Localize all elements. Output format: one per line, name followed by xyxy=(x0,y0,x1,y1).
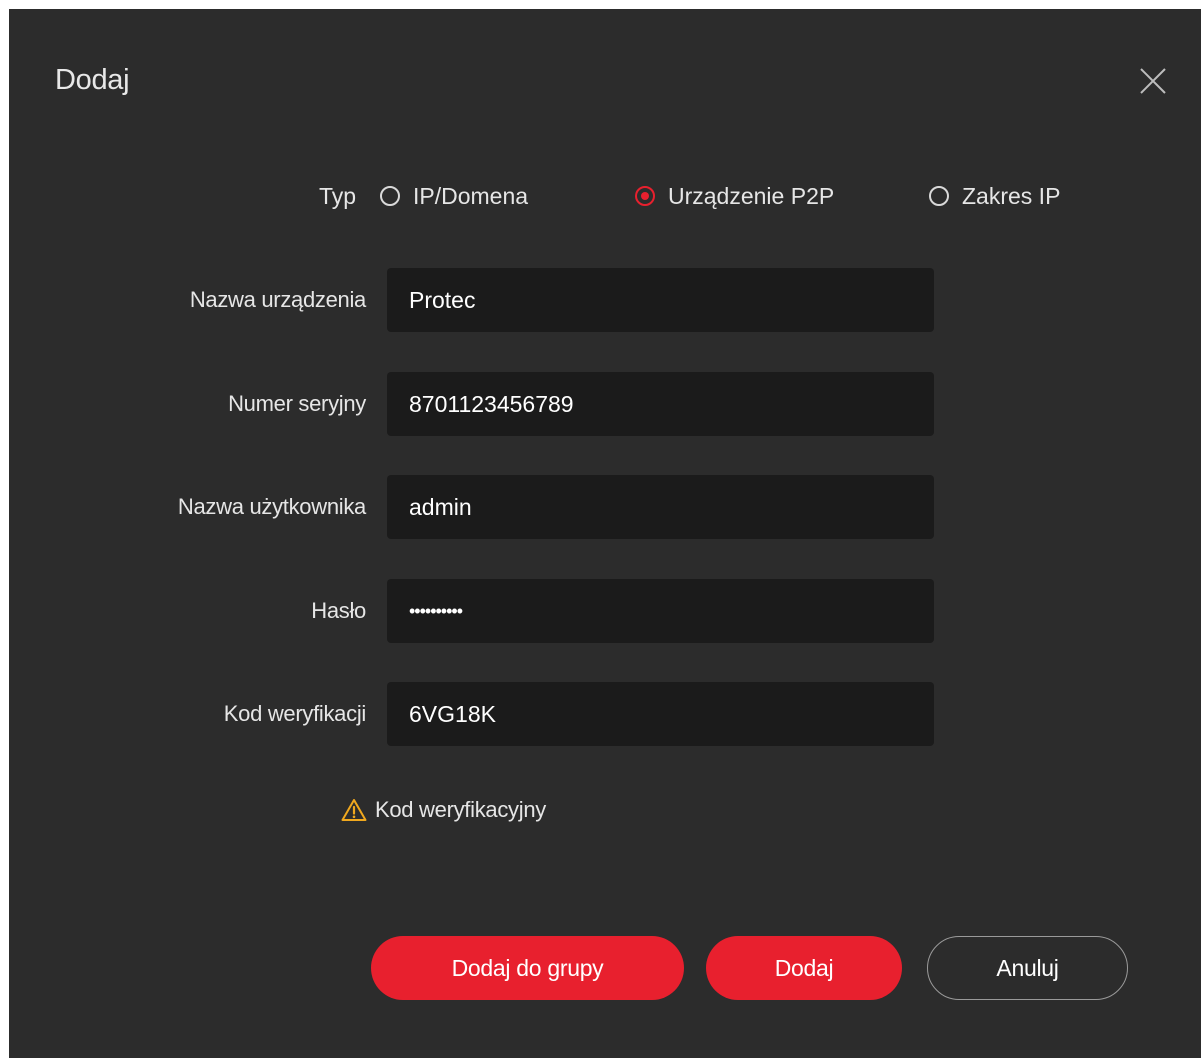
type-selector: Typ IP/Domena Urządzenie P2P Zakres IP xyxy=(9,174,1201,218)
radio-label-ip-range: Zakres IP xyxy=(962,182,1061,209)
warning-icon xyxy=(341,799,367,821)
cancel-button[interactable]: Anuluj xyxy=(927,936,1128,1000)
password-input[interactable] xyxy=(387,579,934,643)
device-name-label: Nazwa urządzenia xyxy=(189,287,366,312)
username-input[interactable] xyxy=(387,475,934,539)
radio-unchecked-icon xyxy=(929,186,949,206)
radio-ip-domain[interactable]: IP/Domena xyxy=(380,174,528,218)
verification-code-row: Kod weryfikacji xyxy=(9,682,1201,746)
device-name-input[interactable] xyxy=(387,268,934,332)
type-label: Typ xyxy=(319,183,357,209)
add-button[interactable]: Dodaj xyxy=(706,936,902,1000)
password-label: Hasło xyxy=(311,598,366,623)
hint-text: Kod weryfikacyjny xyxy=(375,797,546,822)
password-row: Hasło xyxy=(9,579,1201,643)
radio-checked-icon xyxy=(635,186,655,206)
serial-number-label: Numer seryjny xyxy=(228,391,366,416)
add-device-dialog: Dodaj Typ IP/Domena Urządzenie P2P Zakre… xyxy=(9,9,1201,1058)
dialog-title: Dodaj xyxy=(55,64,130,96)
radio-unchecked-icon xyxy=(380,186,400,206)
serial-number-row: Numer seryjny xyxy=(9,372,1201,436)
device-name-row: Nazwa urządzenia xyxy=(9,268,1201,332)
radio-ip-range[interactable]: Zakres IP xyxy=(929,174,1060,218)
verification-code-label: Kod weryfikacji xyxy=(223,701,367,726)
verification-code-input[interactable] xyxy=(387,682,934,746)
add-to-group-button[interactable]: Dodaj do grupy xyxy=(371,936,684,1000)
radio-p2p-device[interactable]: Urządzenie P2P xyxy=(635,174,834,218)
verification-hint: Kod weryfikacyjny xyxy=(341,793,546,827)
username-row: Nazwa użytkownika xyxy=(9,475,1201,539)
radio-label-ip-domain: IP/Domena xyxy=(413,182,529,209)
close-icon[interactable] xyxy=(1136,64,1170,98)
username-label: Nazwa użytkownika xyxy=(177,494,366,519)
radio-label-p2p-device: Urządzenie P2P xyxy=(668,182,835,209)
serial-number-input[interactable] xyxy=(387,372,934,436)
